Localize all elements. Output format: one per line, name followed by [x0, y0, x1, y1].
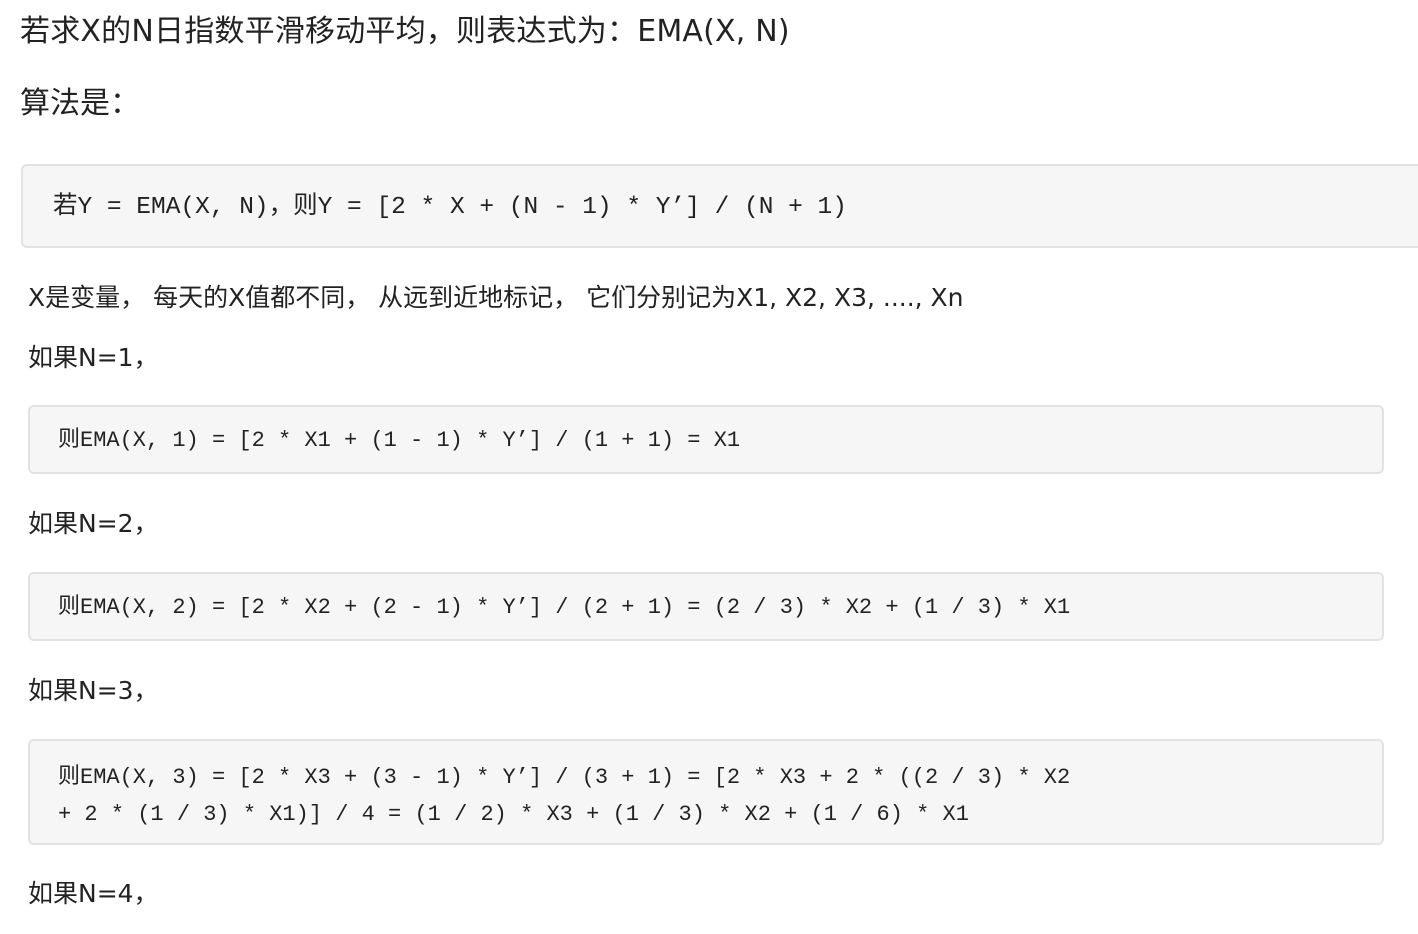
case-n3-condition: 如果N=3， [28, 676, 159, 705]
case-n2-condition: 如果N=2， [28, 509, 159, 538]
case-n4-condition: 如果N=4， [28, 879, 159, 908]
main-formula-code-block: 若Y = EMA(X, N)，则Y = [2 * X + (N - 1) * Y… [21, 164, 1418, 248]
intro-paragraph: 若求X的N日指数平滑移动平均，则表达式为：EMA(X, N) [20, 14, 790, 49]
code-line: 则EMA(X, 3) = [2 * X3 + (3 - 1) * Y’] / (… [58, 765, 1071, 790]
case-n3-code-block: 则EMA(X, 3) = [2 * X3 + (3 - 1) * Y’] / (… [28, 739, 1384, 845]
code-line: + 2 * (1 / 3) * X1)] / 4 = (1 / 2) * X3 … [58, 802, 969, 827]
document-page: 若求X的N日指数平滑移动平均，则表达式为：EMA(X, N) 算法是： 若Y =… [0, 0, 1418, 934]
variable-description: X是变量， 每天的X值都不同， 从远到近地标记， 它们分别记为X1, X2, X… [28, 283, 964, 312]
case-n1-code-block: 则EMA(X, 1) = [2 * X1 + (1 - 1) * Y’] / (… [28, 405, 1384, 474]
code-line: 则EMA(X, 1) = [2 * X1 + (1 - 1) * Y’] / (… [58, 428, 741, 453]
main-formula-line: 若Y = EMA(X, N)，则Y = [2 * X + (N - 1) * Y… [53, 194, 847, 221]
case-n2-code-block: 则EMA(X, 2) = [2 * X2 + (2 - 1) * Y’] / (… [28, 572, 1384, 641]
algorithm-label: 算法是： [20, 86, 140, 121]
case-n1-condition: 如果N=1， [28, 343, 159, 372]
code-line: 则EMA(X, 2) = [2 * X2 + (2 - 1) * Y’] / (… [58, 595, 1071, 620]
